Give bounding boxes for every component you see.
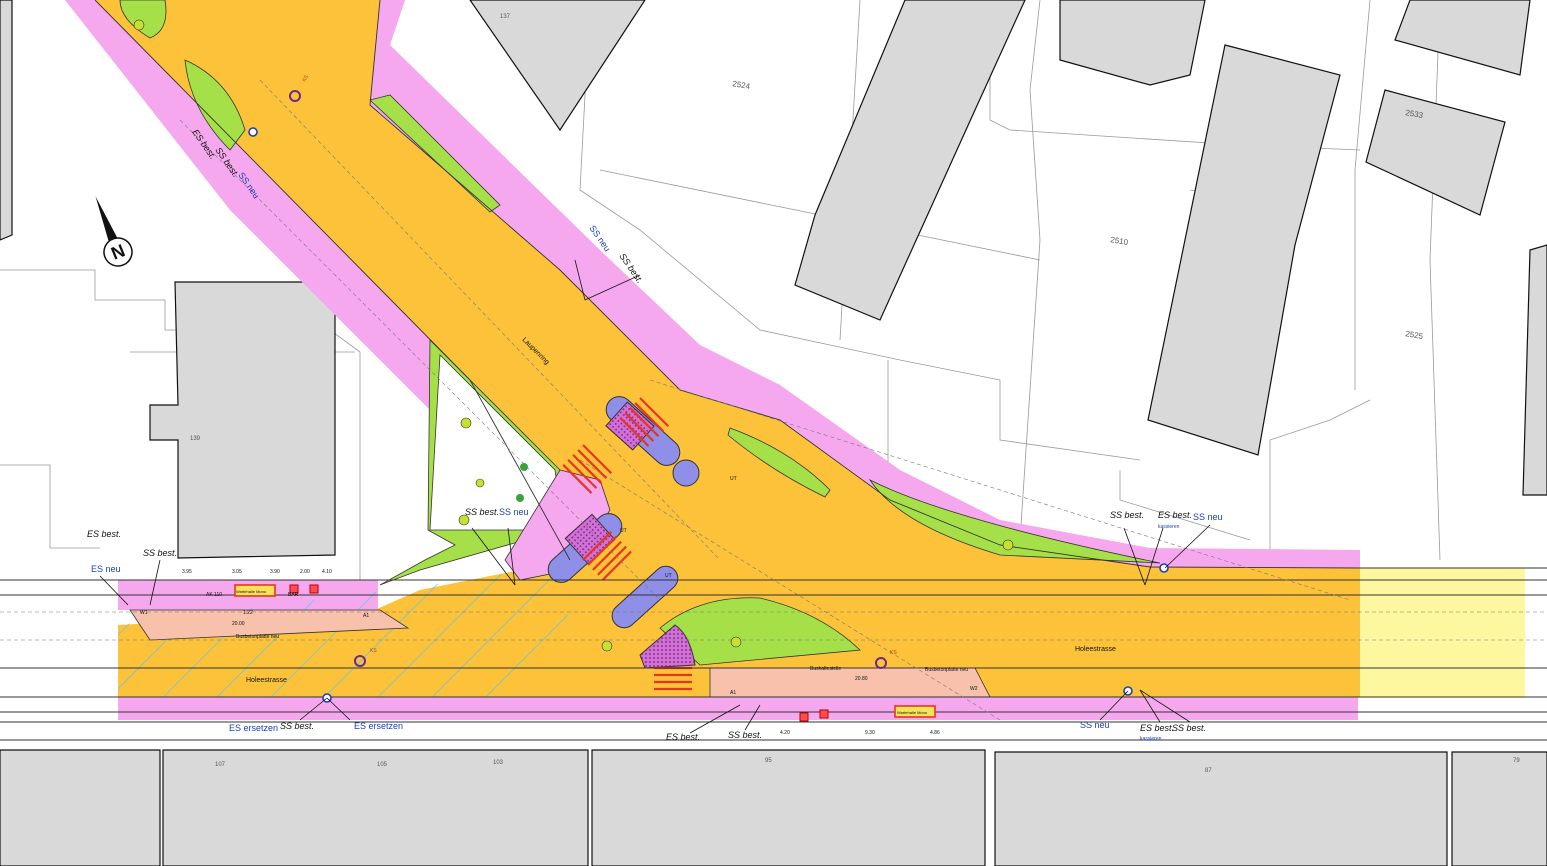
svg-text:A1: A1 — [363, 613, 369, 619]
svg-text:BAR: BAR — [288, 592, 299, 598]
svg-text:KS: KS — [890, 650, 897, 656]
svg-text:4.86: 4.86 — [930, 730, 940, 736]
svg-text:UT: UT — [665, 573, 672, 579]
svg-text:SS best.: SS best. — [465, 507, 499, 517]
svg-text:SS best.: SS best. — [1172, 723, 1206, 733]
svg-text:SS best.: SS best. — [1110, 510, 1144, 520]
svg-text:W2: W2 — [970, 686, 978, 692]
svg-text:ES ersetzen: ES ersetzen — [229, 723, 278, 733]
svg-text:3.90: 3.90 — [270, 569, 280, 575]
svg-text:Busbetonplatte neu: Busbetonplatte neu — [925, 667, 968, 673]
svg-text:ES neu: ES neu — [91, 564, 121, 574]
island-circle — [672, 459, 700, 487]
svg-text:A1: A1 — [730, 690, 736, 696]
svg-text:ES best.: ES best. — [666, 732, 700, 742]
svg-text:79: 79 — [1513, 758, 1520, 764]
svg-text:103: 103 — [493, 760, 504, 766]
svg-text:UT: UT — [730, 476, 737, 482]
svg-text:kassieren: kassieren — [1140, 736, 1162, 742]
svg-text:SS neu: SS neu — [499, 507, 529, 517]
svg-text:9.30: 9.30 — [865, 730, 875, 736]
yellow-road-extension — [1355, 568, 1525, 698]
svg-text:139: 139 — [190, 436, 201, 442]
svg-text:2.00: 2.00 — [300, 569, 310, 575]
svg-text:kassieren: kassieren — [1158, 524, 1180, 530]
svg-text:87: 87 — [1205, 768, 1212, 774]
svg-text:AK 110: AK 110 — [206, 592, 222, 598]
svg-text:3.05: 3.05 — [232, 569, 242, 575]
svg-text:105: 105 — [377, 762, 388, 768]
svg-text:Wartehalle Mono: Wartehalle Mono — [897, 710, 928, 715]
svg-text:4.20: 4.20 — [780, 730, 790, 736]
svg-text:ES best.: ES best. — [1140, 723, 1174, 733]
site-plan-map: N Holeestrasse Holeestrasse Laupenring 2… — [0, 0, 1547, 866]
building-105 — [162, 749, 589, 866]
svg-text:SS neu: SS neu — [1080, 720, 1110, 730]
building-107 — [0, 749, 161, 866]
svg-text:3.95: 3.95 — [182, 569, 192, 575]
svg-text:Busbetonplatte neu: Busbetonplatte neu — [236, 634, 279, 640]
svg-text:KS: KS — [370, 648, 377, 654]
svg-text:20.80: 20.80 — [855, 676, 868, 682]
building-nw-strip — [0, 0, 13, 241]
svg-text:SS best.: SS best. — [143, 548, 177, 558]
street-holeestrasse-east: Holeestrasse — [1075, 646, 1116, 653]
svg-text:SS neu: SS neu — [1193, 512, 1223, 522]
svg-text:Bushaltestelle: Bushaltestelle — [810, 666, 841, 672]
building-95 — [591, 749, 986, 866]
svg-text:1.22: 1.22 — [243, 610, 253, 616]
svg-text:ES best.: ES best. — [1158, 510, 1192, 520]
svg-text:4.10: 4.10 — [322, 569, 332, 575]
svg-text:W1: W1 — [140, 610, 148, 616]
svg-text:ES best.: ES best. — [87, 529, 121, 539]
svg-text:107: 107 — [215, 762, 226, 768]
svg-text:SS best.: SS best. — [280, 721, 314, 731]
svg-text:20.00: 20.00 — [232, 621, 245, 627]
svg-text:SS best.: SS best. — [728, 730, 762, 740]
building-139 — [149, 281, 336, 559]
building-87 — [994, 751, 1448, 866]
svg-text:137: 137 — [500, 14, 511, 20]
street-holeestrasse-west: Holeestrasse — [246, 677, 287, 684]
building-79 — [1451, 751, 1547, 866]
svg-text:95: 95 — [765, 758, 772, 764]
svg-text:Wartehalle Mono: Wartehalle Mono — [236, 589, 267, 594]
svg-text:UT: UT — [620, 528, 627, 534]
svg-text:ES ersetzen: ES ersetzen — [354, 721, 403, 731]
